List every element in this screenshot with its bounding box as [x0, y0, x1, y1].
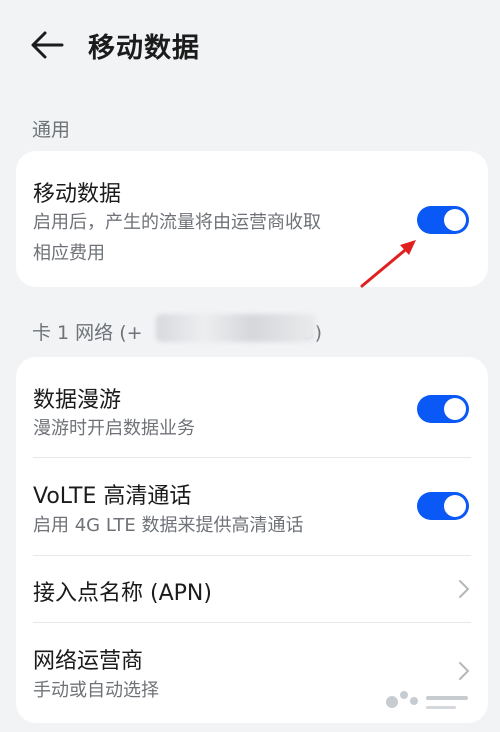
- apn-row[interactable]: 接入点名称 (APN): [16, 556, 488, 622]
- data-roaming-row[interactable]: 数据漫游 漫游时开启数据业务: [16, 357, 488, 457]
- data-roaming-toggle[interactable]: [417, 395, 469, 423]
- mobile-data-title: 移动数据: [33, 182, 122, 207]
- section-label-general: 通用: [32, 119, 71, 141]
- mobile-data-toggle[interactable]: [417, 206, 469, 234]
- apn-title: 接入点名称 (APN): [33, 581, 212, 606]
- data-roaming-title: 数据漫游: [33, 388, 122, 413]
- toggle-knob: [444, 495, 466, 517]
- volte-row[interactable]: VoLTE 高清通话 启用 4G LTE 数据来提供高清通话: [16, 458, 488, 555]
- chevron-right-icon[interactable]: [457, 661, 471, 681]
- redacted-phone-number: [156, 314, 316, 342]
- mobile-data-description-line2: 相应费用: [33, 243, 105, 264]
- page-title: 移动数据: [88, 33, 200, 64]
- data-roaming-description: 漫游时开启数据业务: [33, 418, 195, 439]
- watermark-logo: [386, 691, 468, 709]
- back-arrow-icon[interactable]: [30, 30, 64, 60]
- volte-toggle[interactable]: [417, 492, 469, 520]
- network-operator-description: 手动或自动选择: [33, 680, 159, 701]
- volte-title: VoLTE 高清通话: [33, 484, 192, 509]
- chevron-right-icon[interactable]: [457, 579, 471, 599]
- network-operator-title: 网络运营商: [33, 649, 144, 674]
- toggle-knob: [444, 209, 466, 231]
- mobile-data-description-line1: 启用后，产生的流量将由运营商收取: [33, 212, 321, 233]
- title-bar: 移动数据: [0, 0, 500, 92]
- volte-description: 启用 4G LTE 数据来提供高清通话: [33, 515, 304, 536]
- red-arrow-annotation: [360, 240, 416, 288]
- toggle-knob: [444, 398, 466, 420]
- sim-settings-card: 数据漫游 漫游时开启数据业务 VoLTE 高清通话 启用 4G LTE 数据来提…: [16, 357, 488, 723]
- sim-label-prefix: 卡 1 网络 (+: [32, 322, 143, 344]
